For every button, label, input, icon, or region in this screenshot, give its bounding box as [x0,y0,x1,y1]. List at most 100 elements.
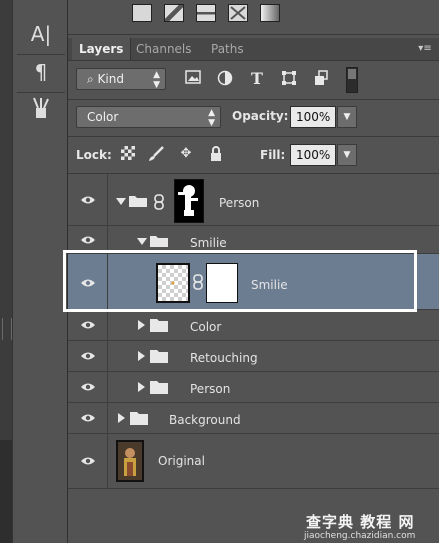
visibility-column [68,341,108,371]
visibility-column [68,403,108,433]
fill-field[interactable]: 100% [290,144,336,166]
layer-mask-thumbnail[interactable] [206,263,238,303]
layer-mask-thumbnail[interactable] [174,179,204,223]
opacity-label: Opacity: [232,109,289,123]
watermark: 查字典 教程 网 jiaocheng.chazidian.com [244,511,439,543]
eye-icon[interactable] [80,456,96,466]
mask-link-icon[interactable] [193,274,203,290]
image-filter-icon[interactable] [184,70,202,88]
visibility-column [68,254,108,309]
vibrance-adjustment-icon[interactable] [228,4,248,22]
folder-icon [129,196,147,207]
layer-name[interactable]: Person [219,196,259,210]
layers-panel: Layers Channels Paths ▾≡ ⌕ Kind ▲ ▼ T Col… [63,0,439,543]
tab-layers[interactable]: Layers [72,38,132,60]
opacity-field[interactable]: 100% [290,106,336,128]
gradient-map-adjustment-icon[interactable] [260,4,280,22]
visibility-column [68,174,108,225]
expand-triangle-icon[interactable] [118,413,125,423]
watermark-url: jiaocheng.chazidian.com [304,531,416,541]
exposure-adjustment-icon[interactable] [196,4,216,22]
layer-original[interactable]: Original [68,434,439,489]
eye-icon[interactable] [80,195,96,205]
curves-adjustment-icon[interactable] [164,4,184,22]
character-panel-icon[interactable]: A| [27,20,55,48]
collapse-triangle-icon[interactable] [116,198,126,205]
dock-grip[interactable] [2,318,12,340]
panel-tab-bar: Layers Channels Paths ▾≡ [68,38,439,61]
visibility-column [68,310,108,340]
expand-triangle-icon[interactable] [138,351,145,361]
lock-position-icon[interactable]: ✥ [178,146,194,162]
blend-mode-value: Color [87,110,119,124]
tab-paths[interactable]: Paths [204,38,251,60]
panel-menu-icon[interactable]: ▾≡ [417,42,433,56]
tool-separator [17,54,65,55]
dropdown-arrows-icon: ▲ ▼ [208,108,215,128]
lock-label: Lock: [76,148,112,162]
watermark-title: 查字典 教程 网 [306,513,415,531]
separator [68,136,439,137]
layer-thumbnail[interactable] [116,440,144,482]
levels-adjustment-icon[interactable] [132,4,152,22]
mask-link-icon[interactable] [154,194,164,210]
opacity-slider-arrow[interactable]: ▼ [337,106,357,128]
lock-image-pixels-icon[interactable] [148,146,164,162]
layer-name[interactable]: Background [169,413,241,427]
collapse-triangle-icon[interactable] [137,238,147,245]
tool-separator [17,92,65,93]
layers-list: Person Smilie Smilie Color Retouching Pe… [63,174,439,543]
layer-thumbnail[interactable] [156,263,190,303]
fill-slider-arrow[interactable]: ▼ [337,144,357,166]
tab-channels[interactable]: Channels [129,38,199,60]
type-filter-icon[interactable]: T [248,70,266,88]
shape-filter-icon[interactable] [280,70,298,88]
smart-object-filter-icon[interactable] [312,70,330,88]
visibility-column [68,226,108,253]
layer-name[interactable]: Retouching [190,351,258,365]
eye-icon[interactable] [80,382,96,392]
search-icon: ⌕ [87,72,98,86]
layer-group-person[interactable]: Person [68,174,439,226]
eye-icon[interactable] [80,278,96,288]
eye-icon[interactable] [80,320,96,330]
layer-name[interactable]: Person [190,382,230,396]
layer-name[interactable]: Color [190,320,221,334]
expand-triangle-icon[interactable] [138,382,145,392]
layer-group-smilie[interactable]: Smilie [68,226,439,254]
eye-icon[interactable] [80,351,96,361]
eye-icon[interactable] [80,235,96,245]
dropdown-arrows-icon: ▲ ▼ [153,70,160,90]
layer-name[interactable]: Original [158,454,205,468]
separator [68,99,439,100]
adjustments-strip [68,0,439,35]
visibility-column [68,372,108,402]
layer-group-background[interactable]: Background [68,403,439,434]
filter-toggle-switch[interactable] [346,67,358,93]
eye-icon[interactable] [80,413,96,423]
tool-presets-icon[interactable] [27,96,55,124]
layer-name[interactable]: Smilie [190,236,227,250]
paragraph-panel-icon[interactable]: ¶ [27,58,55,86]
fill-label: Fill: [260,148,286,162]
layer-smilie-selected[interactable]: Smilie [68,254,439,310]
layer-group-color[interactable]: Color [68,310,439,341]
folder-icon [150,236,168,247]
layer-group-person-collapsed[interactable]: Person [68,372,439,403]
lock-all-icon[interactable] [208,146,224,162]
filter-kind-label: Kind [97,72,124,86]
folder-icon [130,412,148,425]
visibility-column [68,434,108,488]
lock-transparent-pixels-icon[interactable] [120,146,136,162]
tool-strip: A| ¶ [12,0,68,543]
folder-icon [150,350,168,363]
left-dock-edge [0,0,12,543]
folder-icon [150,319,168,332]
layer-name[interactable]: Smilie [251,278,288,292]
expand-triangle-icon[interactable] [138,320,145,330]
blend-mode-dropdown[interactable]: Color ▲ ▼ [76,106,221,128]
adjustment-filter-icon[interactable] [216,70,234,88]
layer-group-retouching[interactable]: Retouching [68,341,439,372]
filter-kind-dropdown[interactable]: ⌕ Kind ▲ ▼ [76,68,166,90]
folder-icon [150,381,168,394]
